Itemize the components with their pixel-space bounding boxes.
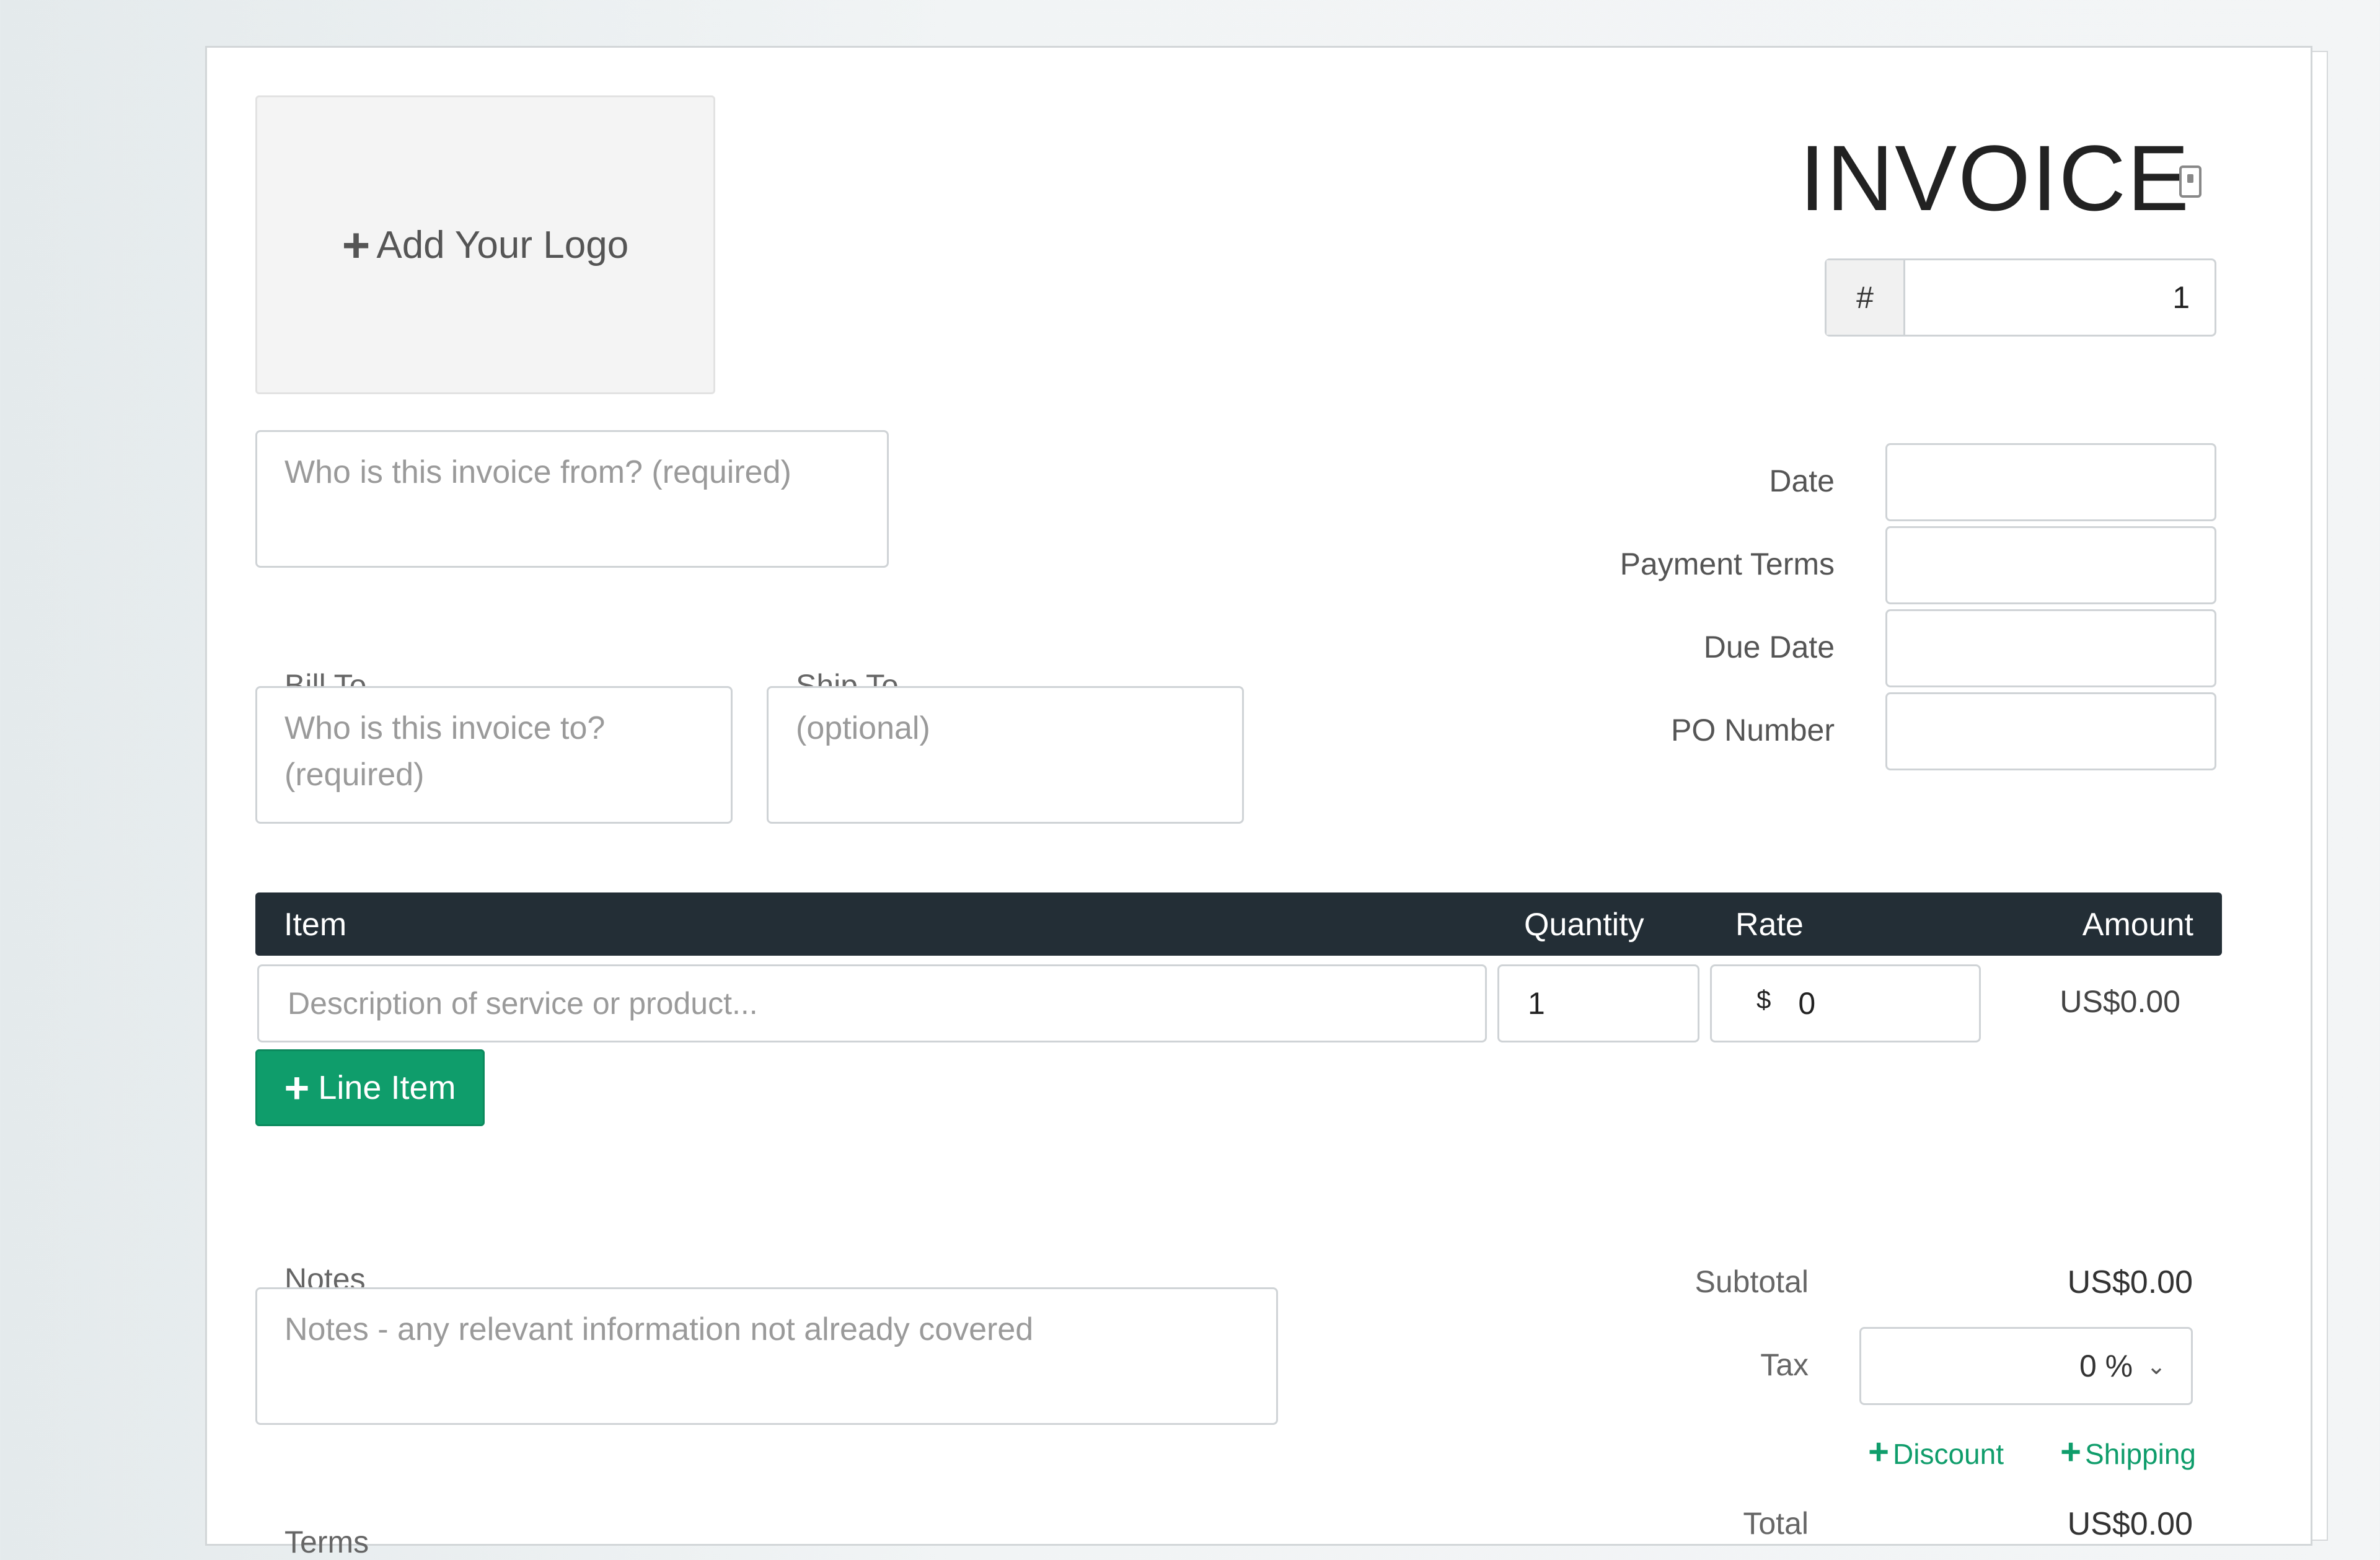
terms-label: Terms bbox=[284, 1525, 369, 1559]
add-line-item-label: Line Item bbox=[318, 1069, 456, 1106]
plus-icon: + bbox=[284, 1064, 310, 1112]
item-quantity-input[interactable]: 1 bbox=[1497, 964, 1699, 1042]
plus-icon: + bbox=[1868, 1432, 1890, 1472]
add-logo-label: Add Your Logo bbox=[376, 223, 629, 267]
bill-to-input[interactable]: Who is this invoice to? (required) bbox=[255, 686, 733, 824]
tax-select[interactable]: 0 % ⌄ bbox=[1859, 1327, 2193, 1405]
invoice-number-input[interactable]: 1 bbox=[1905, 260, 2215, 335]
subtotal-label: Subtotal bbox=[1695, 1264, 1809, 1299]
date-input[interactable] bbox=[1885, 443, 2216, 521]
badge-icon bbox=[2179, 165, 2202, 198]
date-label: Date bbox=[1769, 464, 1835, 498]
payment-terms-label: Payment Terms bbox=[1620, 547, 1835, 581]
add-line-item-button[interactable]: + Line Item bbox=[255, 1049, 485, 1126]
payment-terms-input[interactable] bbox=[1885, 526, 2216, 604]
shipping-label: Shipping bbox=[2084, 1438, 2196, 1470]
header-item: Item bbox=[284, 907, 347, 943]
total-value: US$0.00 bbox=[2067, 1506, 2193, 1542]
chevron-down-icon: ⌄ bbox=[2146, 1353, 2166, 1380]
add-shipping-link[interactable]: + Shipping bbox=[2060, 1431, 2196, 1473]
tax-label: Tax bbox=[1760, 1347, 1809, 1382]
header-rate: Rate bbox=[1735, 907, 1804, 943]
due-date-input[interactable] bbox=[1885, 609, 2216, 687]
number-prefix: # bbox=[1827, 260, 1905, 335]
discount-label: Discount bbox=[1893, 1438, 2004, 1470]
item-rate-input[interactable]: $ 0 bbox=[1710, 964, 1981, 1042]
invoice-title[interactable]: INVOICE bbox=[1799, 131, 2190, 224]
subtotal-value: US$0.00 bbox=[2067, 1264, 2193, 1300]
total-label: Total bbox=[1743, 1506, 1809, 1541]
header-quantity: Quantity bbox=[1524, 907, 1644, 943]
po-number-input[interactable] bbox=[1885, 692, 2216, 770]
notes-input[interactable]: Notes - any relevant information not alr… bbox=[255, 1287, 1278, 1425]
add-discount-link[interactable]: + Discount bbox=[1868, 1431, 2004, 1473]
po-number-label: PO Number bbox=[1671, 713, 1835, 747]
currency-symbol: $ bbox=[1756, 985, 1771, 1014]
ship-to-input[interactable]: (optional) bbox=[767, 686, 1244, 824]
invoice-sheet: + Add Your Logo INVOICE # 1 Who is this … bbox=[205, 46, 2312, 1559]
from-input[interactable]: Who is this invoice from? (required) bbox=[255, 430, 889, 568]
item-amount: US$0.00 bbox=[2060, 984, 2180, 1019]
plus-icon: + bbox=[2060, 1432, 2081, 1472]
plus-icon: + bbox=[342, 218, 371, 272]
due-date-label: Due Date bbox=[1703, 630, 1835, 664]
item-rate-value: 0 bbox=[1798, 986, 1816, 1021]
header-amount: Amount bbox=[2082, 907, 2193, 943]
add-logo-button[interactable]: + Add Your Logo bbox=[255, 95, 715, 394]
item-description-input[interactable]: Description of service or product... bbox=[257, 964, 1487, 1042]
invoice-number-group: # 1 bbox=[1825, 258, 2216, 337]
line-items-header: Item Quantity Rate Amount bbox=[255, 892, 2222, 956]
tax-value: 0 % bbox=[2079, 1349, 2133, 1383]
